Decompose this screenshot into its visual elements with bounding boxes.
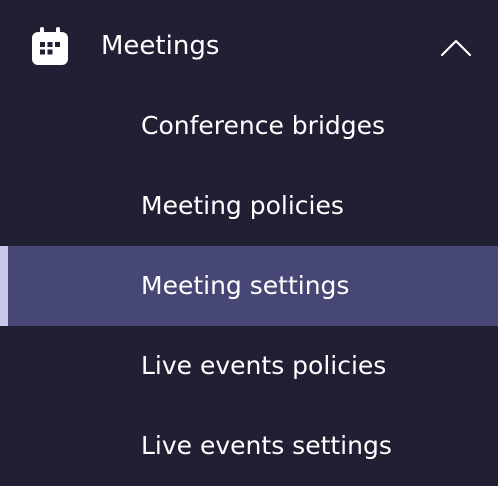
selected-indicator <box>0 246 8 326</box>
calendar-icon <box>31 27 69 67</box>
nav-item-live-events-settings[interactable]: Live events settings <box>0 406 498 486</box>
nav-item-meeting-policies[interactable]: Meeting policies <box>0 166 498 246</box>
nav-item-label: Meeting policies <box>141 191 344 220</box>
nav-item-meeting-settings[interactable]: Meeting settings <box>0 246 498 326</box>
nav-item-conference-bridges[interactable]: Conference bridges <box>0 86 498 166</box>
nav-item-live-events-policies[interactable]: Live events policies <box>0 326 498 406</box>
meetings-group-header[interactable]: Meetings <box>0 6 498 86</box>
meetings-group-label: Meetings <box>101 31 220 61</box>
meetings-nav-panel: Meetings Conference bridges Meeting poli… <box>0 0 498 478</box>
nav-item-label: Live events settings <box>141 431 392 460</box>
nav-item-label: Meeting settings <box>141 271 350 300</box>
nav-item-label: Live events policies <box>141 351 387 380</box>
nav-item-label: Conference bridges <box>141 111 386 140</box>
chevron-up-icon[interactable] <box>438 36 474 60</box>
